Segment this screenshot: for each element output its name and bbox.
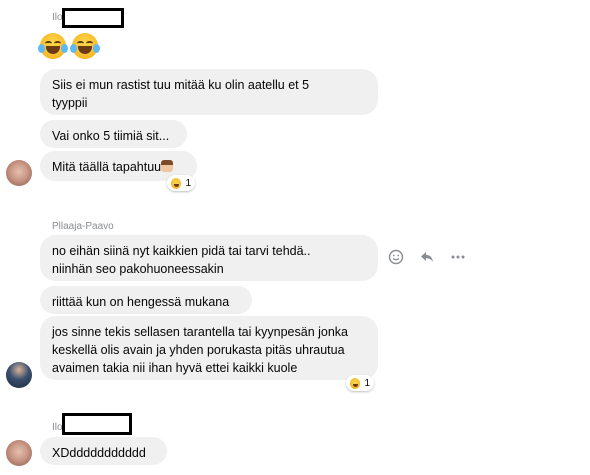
smile-icon[interactable] xyxy=(387,249,405,267)
see-no-evil-emoji-icon xyxy=(161,160,174,172)
avatar[interactable] xyxy=(6,440,32,466)
message-text: Mitä täällä tapahtuu xyxy=(52,160,162,174)
more-icon[interactable] xyxy=(449,249,467,267)
reply-icon[interactable] xyxy=(418,249,436,267)
redacted-name-box xyxy=(62,8,124,28)
message-bubble[interactable]: Vai onko 5 tiimiä sit... xyxy=(40,120,187,148)
message-bubble[interactable]: XDddddddddddd xyxy=(40,437,167,465)
message-bubble[interactable]: no eihän siinä nyt kaikkien pidä tai tar… xyxy=(40,235,378,281)
reaction-badge[interactable]: 1 xyxy=(346,375,374,391)
reaction-count: 1 xyxy=(185,177,191,189)
laughing-emoji-icon xyxy=(38,33,68,59)
sender-name: Ilo xyxy=(52,422,63,433)
laughing-emoji-icon xyxy=(70,33,100,59)
message-bubble[interactable]: Siis ei mun rastist tuu mitää ku olin aa… xyxy=(40,69,378,115)
redacted-name-box xyxy=(62,413,132,435)
message-bubble[interactable]: jos sinne tekis sellasen tarantella tai … xyxy=(40,316,378,380)
laughing-reaction-icon xyxy=(350,377,361,389)
avatar[interactable] xyxy=(6,160,32,186)
message-bubble[interactable]: riittää kun on hengessä mukana xyxy=(40,286,252,314)
reaction-count: 1 xyxy=(364,377,370,389)
laughing-reaction-icon xyxy=(171,177,182,189)
sender-name: Ilo xyxy=(52,12,63,23)
reaction-badge[interactable]: 1 xyxy=(167,175,195,191)
avatar[interactable] xyxy=(6,362,32,388)
sender-name: Pllaaja-Paavo xyxy=(52,221,114,232)
